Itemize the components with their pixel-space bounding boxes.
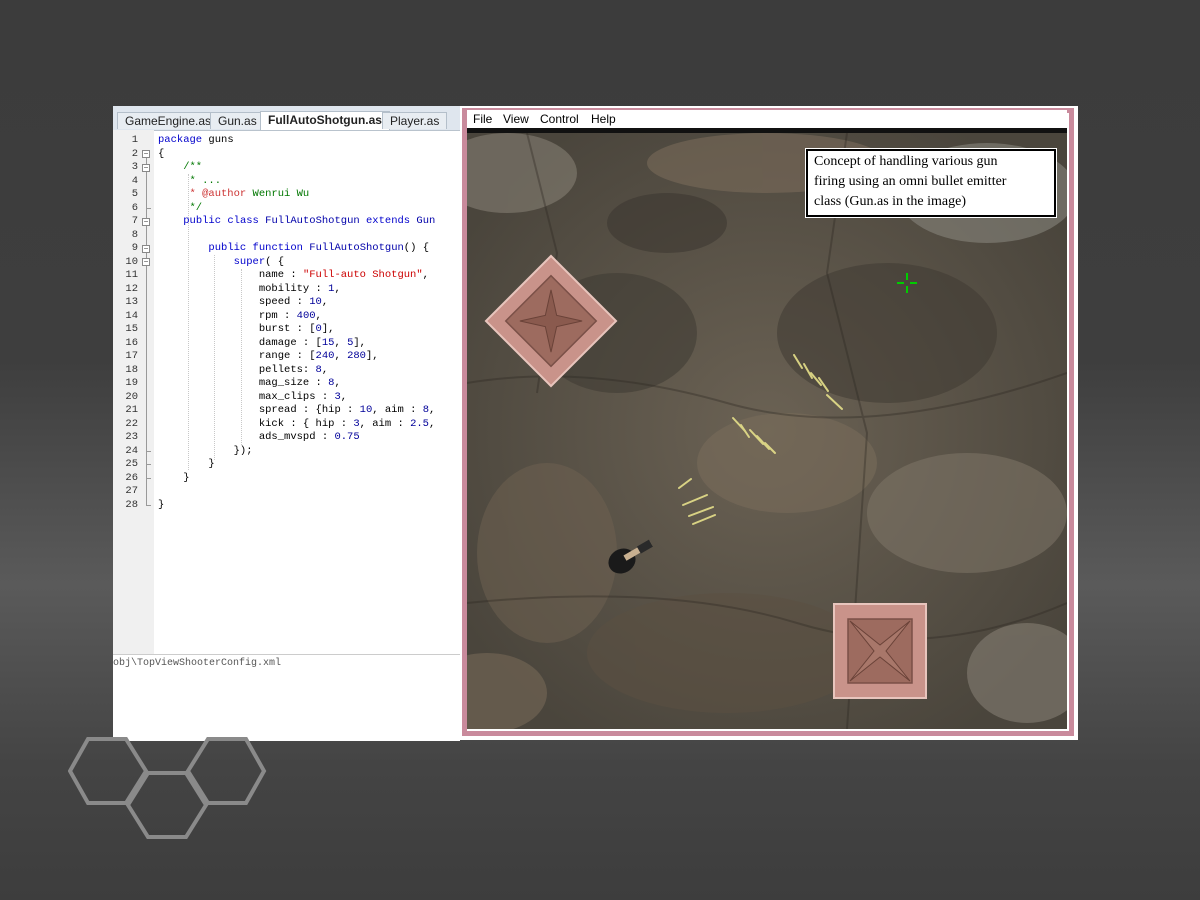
fold-toggle-icon[interactable]: −	[142, 218, 150, 226]
code-line: });	[233, 444, 253, 457]
line-number: 14	[125, 309, 138, 322]
line-number: 12	[125, 282, 138, 295]
fold-toggle-icon[interactable]: −	[142, 258, 150, 266]
line-number: 1	[131, 134, 138, 146]
line-number: 25	[125, 458, 138, 470]
line-number: 7	[131, 215, 138, 227]
code-line: max_clips : 3,	[258, 390, 348, 403]
caption-line: firing using an omni bullet emitter	[814, 174, 1007, 189]
code-editor: GameEngine.as Gun.as FullAutoShotgun.as …	[113, 106, 460, 740]
code-line: * @author Wenrui Wu	[158, 188, 310, 200]
fold-end-marker	[146, 451, 151, 452]
line-number: 4	[131, 174, 138, 187]
hexagon-decoration	[68, 737, 267, 839]
line-number: 11	[125, 269, 138, 281]
menu-help[interactable]: Help	[591, 112, 616, 126]
line-number: 16	[125, 336, 138, 349]
fold-toggle-icon[interactable]: −	[142, 245, 150, 253]
fold-toggle-icon[interactable]: −	[142, 150, 150, 158]
output-path-text: obj\TopViewShooterConfig.xml	[113, 658, 282, 669]
line-number: 3	[131, 161, 138, 173]
output-panel: obj\TopViewShooterConfig.xml	[113, 654, 460, 741]
line-number: 13	[125, 296, 138, 308]
fold-end-marker	[146, 505, 151, 506]
code-line: * ...	[158, 174, 222, 187]
code-line: /**	[158, 161, 203, 173]
line-number: 22	[125, 417, 138, 430]
tab-player[interactable]: Player.as	[382, 112, 448, 129]
code-line: mag_size : 8,	[258, 377, 341, 389]
line-number: 21	[125, 404, 138, 416]
code-line: {	[158, 147, 165, 160]
line-number: 6	[131, 201, 138, 214]
line-number-gutter: 1 2 3 4 5 6 7 8 9 10 11 12 13 14 15 16 1…	[113, 130, 154, 702]
code-line: mobility : 1,	[258, 282, 341, 295]
game-playfield[interactable]	[467, 133, 1067, 729]
code-line: ads_mvspd : 0.75	[258, 431, 360, 443]
fold-end-marker	[146, 478, 151, 479]
code-line: public function FullAutoShotgun() {	[208, 242, 430, 254]
code-line: }	[158, 498, 165, 511]
line-number: 10	[125, 255, 138, 268]
caption-box: Concept of handling various gun firing u…	[805, 148, 1057, 218]
code-line: damage : [15, 5],	[258, 336, 366, 349]
tab-gameengine[interactable]: GameEngine.as	[117, 112, 220, 129]
code-line: spread : {hip : 10, aim : 8,	[258, 404, 436, 416]
line-number: 20	[125, 390, 138, 403]
fold-end-marker	[146, 208, 151, 209]
code-line: burst : [0],	[258, 323, 335, 335]
line-number: 23	[125, 431, 138, 443]
fold-toggle-icon[interactable]: −	[142, 164, 150, 172]
line-number: 17	[125, 350, 138, 362]
game-menu-bar: File View Control Help	[467, 110, 1067, 128]
line-number: 9	[131, 242, 138, 254]
line-number: 27	[125, 485, 138, 497]
code-line: public class FullAutoShotgun extends Gun	[183, 215, 436, 227]
code-line: }	[183, 471, 190, 484]
line-number: 24	[125, 444, 138, 457]
tab-gun[interactable]: Gun.as	[210, 112, 265, 129]
code-line: range : [240, 280],	[258, 350, 379, 362]
line-number: 8	[131, 228, 138, 241]
crate-square	[833, 603, 927, 699]
code-area[interactable]: package guns { /** * ... * @author Wenru…	[158, 130, 460, 702]
code-line: name : "Full-auto Shotgun",	[258, 269, 429, 281]
code-line: pellets: 8,	[258, 363, 329, 376]
code-line: }	[208, 458, 215, 470]
line-number: 19	[125, 377, 138, 389]
caption-line: class (Gun.as in the image)	[814, 194, 967, 209]
caption-line: Concept of handling various gun	[814, 154, 998, 169]
code-line: rpm : 400,	[258, 309, 322, 322]
line-number: 15	[125, 323, 138, 335]
code-line: super( {	[233, 255, 285, 268]
fold-end-marker	[146, 464, 151, 465]
line-number: 5	[131, 188, 138, 200]
code-line: */	[158, 201, 203, 214]
playfield-scene	[467, 133, 1067, 729]
code-line: speed : 10,	[258, 296, 329, 308]
tab-fullautoshotgun[interactable]: FullAutoShotgun.as	[260, 111, 390, 130]
menu-file[interactable]: File	[473, 112, 492, 126]
line-number: 18	[125, 363, 138, 376]
menu-control[interactable]: Control	[540, 112, 579, 126]
line-number: 26	[125, 471, 138, 484]
editor-tab-bar: GameEngine.as Gun.as FullAutoShotgun.as …	[113, 106, 460, 131]
line-number: 28	[125, 498, 138, 511]
code-line: package guns	[158, 134, 234, 146]
menu-view[interactable]: View	[503, 112, 529, 126]
code-line: kick : { hip : 3, aim : 2.5,	[258, 417, 436, 430]
line-number: 2	[131, 147, 138, 160]
